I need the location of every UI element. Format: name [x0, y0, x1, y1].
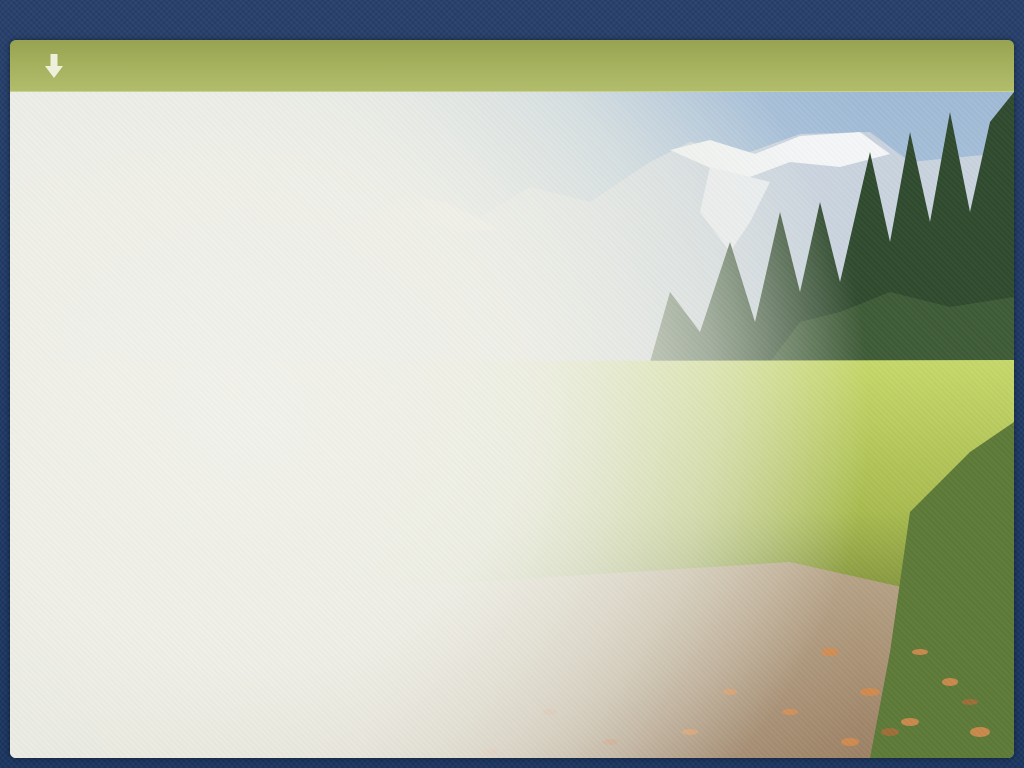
header-bar [10, 40, 1014, 92]
background-scene [10, 92, 1014, 758]
arrow-down-icon [45, 54, 63, 78]
content-panel [10, 40, 1014, 758]
landscape-image [10, 92, 1014, 758]
download-button[interactable] [43, 52, 65, 80]
